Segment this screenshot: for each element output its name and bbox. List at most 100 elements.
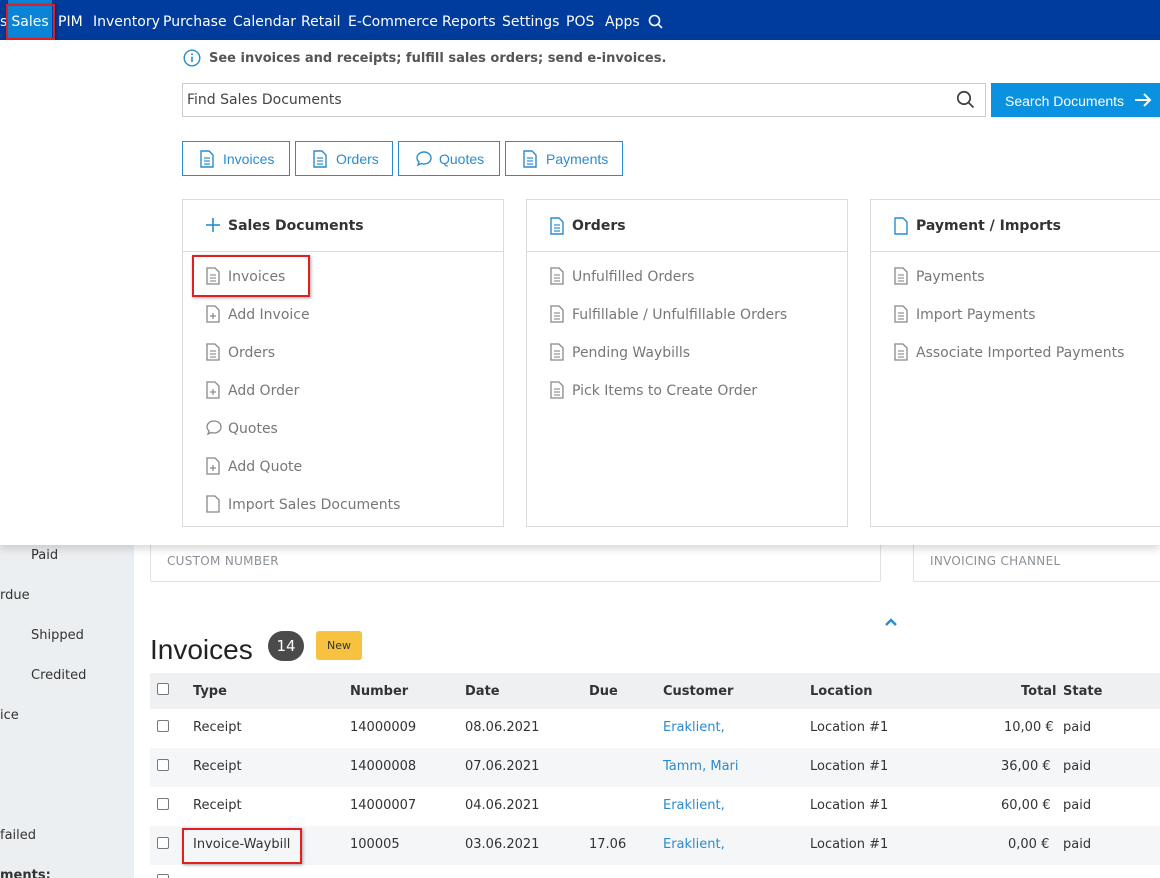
cell-customer-link[interactable]: Eraklient,: [663, 837, 725, 852]
row-checkbox[interactable]: [157, 798, 169, 810]
invoicing-channel-label: INVOICING CHANNEL: [930, 554, 1061, 568]
menu-column-sales-documents: Sales Documents Invoices Add Invoice Ord…: [182, 199, 504, 527]
cell-customer-link[interactable]: Eraklient,: [663, 720, 725, 735]
column-header-type[interactable]: Type: [193, 684, 227, 699]
nav-item-retail[interactable]: Retail: [301, 0, 341, 40]
nav-item-calendar[interactable]: Calendar: [233, 0, 296, 40]
menu-column-orders: Orders Unfulfilled Orders Fulfillable / …: [526, 199, 848, 527]
custom-number-label: CUSTOM NUMBER: [167, 554, 279, 568]
column-header-date[interactable]: Date: [465, 684, 500, 699]
row-checkbox[interactable]: [157, 720, 169, 732]
select-all-checkbox[interactable]: [157, 683, 169, 695]
table-header: [150, 673, 1160, 709]
quick-quotes-button[interactable]: Quotes: [398, 141, 500, 176]
cell-type: Receipt: [193, 759, 242, 774]
menu-item-label: Invoices: [228, 269, 286, 285]
quick-payments-button[interactable]: Payments: [505, 141, 623, 176]
column-header-state[interactable]: State: [1063, 684, 1102, 699]
quick-payments-label: Payments: [546, 151, 609, 167]
cell-number: 100005: [350, 837, 400, 852]
cell-total: 36,00 €: [1001, 759, 1051, 774]
column-header: Orders: [527, 200, 847, 252]
speech-bubble-icon: [206, 420, 222, 436]
quick-orders-button[interactable]: Orders: [295, 141, 393, 176]
nav-item-pim[interactable]: PIM: [58, 0, 83, 40]
document-icon: [550, 267, 564, 285]
menu-item-label: Add Order: [228, 383, 300, 399]
cell-state: paid: [1063, 837, 1092, 852]
nav-item-purchase[interactable]: Purchase: [163, 0, 227, 40]
column-header-customer[interactable]: Customer: [663, 684, 733, 699]
chevron-up-icon[interactable]: [884, 612, 898, 631]
sidebar-item-invoice[interactable]: ice: [0, 708, 19, 723]
search-documents-label: Search Documents: [1005, 93, 1125, 109]
quick-quotes-label: Quotes: [439, 151, 485, 167]
cell-location: Location #1: [810, 798, 889, 813]
nav-item-reports[interactable]: Reports: [442, 0, 496, 40]
row-checkbox[interactable]: [157, 837, 169, 849]
menu-item-label: Pending Waybills: [572, 345, 691, 361]
page-title: Invoices: [150, 634, 253, 665]
column-title: Sales Documents: [228, 218, 364, 234]
column-header-location[interactable]: Location: [810, 684, 873, 699]
column-header-number[interactable]: Number: [350, 684, 408, 699]
nav-item-settings[interactable]: Settings: [502, 0, 559, 40]
search-icon[interactable]: [956, 90, 975, 113]
document-icon: [206, 267, 220, 285]
search-input[interactable]: [187, 84, 947, 116]
cell-date: 08.06.2021: [465, 720, 540, 735]
document-add-icon: [206, 305, 220, 323]
menu-item-label: Payments: [916, 269, 985, 285]
row-checkbox[interactable]: [157, 874, 169, 878]
document-icon: [550, 343, 564, 361]
cell-state: paid: [1063, 720, 1092, 735]
cell-due: 17.06: [589, 837, 627, 852]
search-icon[interactable]: [648, 14, 663, 30]
nav-item-inventory[interactable]: Inventory: [93, 0, 160, 40]
nav-item-apps[interactable]: Apps: [605, 0, 640, 40]
document-icon: [523, 150, 537, 168]
nav-item-partial[interactable]: s: [0, 0, 7, 40]
column-header-due[interactable]: Due: [589, 684, 618, 699]
menu-item-label: Pick Items to Create Order: [572, 383, 758, 399]
quick-invoices-button[interactable]: Invoices: [182, 141, 290, 176]
document-icon: [550, 305, 564, 323]
count-badge: 14: [268, 631, 304, 661]
menu-item-label: Orders: [228, 345, 276, 361]
cell-customer-link[interactable]: Tamm, Mari: [663, 759, 739, 774]
quick-invoices-label: Invoices: [223, 151, 275, 167]
sidebar-item-overdue[interactable]: rdue: [0, 588, 30, 603]
document-icon: [894, 343, 908, 361]
new-invoice-button[interactable]: New: [316, 631, 362, 660]
nav-item-sales[interactable]: Sales: [8, 0, 52, 40]
cell-location: Location #1: [810, 837, 889, 852]
sidebar-item-paid[interactable]: Paid: [31, 548, 58, 563]
menu-item-label: Unfulfilled Orders: [572, 269, 695, 285]
sidebar-item-shipped[interactable]: Shipped: [31, 628, 84, 643]
cell-location: Location #1: [810, 759, 889, 774]
menu-item-label: Add Quote: [228, 459, 303, 475]
nav-item-pos[interactable]: POS: [566, 0, 594, 40]
cell-number: 14000009: [350, 720, 417, 735]
menu-item-label: Quotes: [228, 421, 278, 437]
sidebar-item-credited[interactable]: Credited: [31, 668, 86, 683]
search-documents-button[interactable]: Search Documents: [991, 83, 1160, 117]
column-header: Sales Documents: [183, 200, 503, 252]
row-checkbox[interactable]: [157, 759, 169, 771]
cell-number: 14000008: [350, 759, 417, 774]
nav-item-ecommerce[interactable]: E-Commerce: [348, 0, 438, 40]
document-icon: [313, 150, 327, 168]
menu-item-label: Fulfillable / Unfulfillable Orders: [572, 307, 788, 323]
top-nav: s Sales PIM Inventory Purchase Calendar …: [0, 0, 1160, 40]
plus-icon: [206, 218, 220, 232]
cell-total: 10,00 €: [1004, 720, 1054, 735]
sidebar-item-failed[interactable]: failed: [0, 828, 36, 843]
column-header-total[interactable]: Total: [1021, 684, 1057, 699]
document-icon: [200, 150, 214, 168]
document-add-icon: [206, 457, 220, 475]
cell-state: paid: [1063, 798, 1092, 813]
cell-total: 60,00 €: [1001, 798, 1051, 813]
menu-item-label: Add Invoice: [228, 307, 310, 323]
cell-customer-link[interactable]: Eraklient,: [663, 798, 725, 813]
document-icon: [894, 267, 908, 285]
